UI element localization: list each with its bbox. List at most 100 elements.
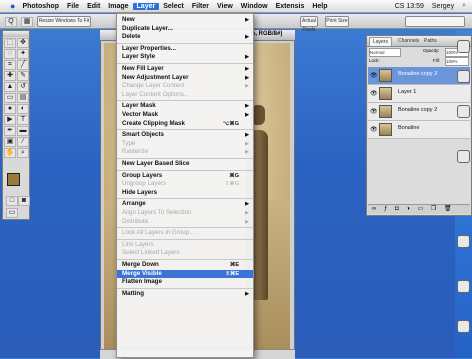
lasso-tool-icon[interactable]: ◌	[4, 49, 16, 59]
dock-app-icon[interactable]	[457, 40, 470, 53]
menubar-item-window[interactable]: Window	[237, 3, 272, 10]
healing-brush-icon[interactable]: ✚	[4, 71, 16, 81]
eye-icon[interactable]: 👁	[370, 90, 378, 97]
menu-item-delete[interactable]: Delete ▶	[117, 33, 253, 41]
menubar-item-select[interactable]: Select	[159, 3, 188, 10]
menu-item-create-clipping-mask[interactable]: Create Clipping Mask ⌥⌘G	[117, 120, 253, 128]
hand-tool-icon[interactable]: ✋	[4, 148, 16, 158]
pen-tool-icon[interactable]: ✒	[4, 126, 16, 136]
standard-mode-icon[interactable]: □	[6, 196, 18, 206]
mask-icon[interactable]: ◘	[395, 206, 399, 212]
blend-mode-select[interactable]: Normal	[369, 48, 401, 57]
menu-item-label: Smart Objects	[122, 131, 164, 139]
zoom-options-icon[interactable]: ▦	[21, 17, 33, 27]
fx-icon[interactable]: ƒ	[384, 206, 387, 212]
menu-item-duplicate-layer[interactable]: Duplicate Layer...	[117, 25, 253, 33]
notes-tool-icon[interactable]: ▣	[4, 137, 16, 147]
type-tool-icon[interactable]: T	[17, 115, 29, 125]
menu-item-hide-layers[interactable]: Hide Layers	[117, 189, 253, 197]
dock-app-icon[interactable]	[457, 70, 470, 83]
dock-app-icon[interactable]	[457, 150, 470, 163]
menubar-item-filter[interactable]: Filter	[188, 3, 213, 10]
layer-row[interactable]: 👁 Bonaline	[368, 121, 470, 139]
screen-mode-icon[interactable]: ▭	[6, 208, 18, 218]
zoom-tool-icon[interactable]: Q	[5, 17, 17, 27]
menu-item-flatten-image[interactable]: Flatten Image	[117, 278, 253, 286]
foreground-color-swatch[interactable]	[7, 173, 20, 186]
spotlight-icon[interactable]: ⌕	[460, 2, 468, 10]
menu-item-new-layer-based-slice[interactable]: New Layer Based Slice	[117, 160, 253, 168]
menu-item-arrange[interactable]: Arrange ▶	[117, 200, 253, 208]
new-group-icon[interactable]: ▭	[418, 206, 424, 212]
menu-item-vector-mask[interactable]: Vector Mask ▶	[117, 111, 253, 119]
menubar-item-layer[interactable]: Layer	[132, 2, 160, 10]
menubar-item-help[interactable]: Help	[308, 3, 331, 10]
stamp-tool-icon[interactable]: ▲	[4, 82, 16, 92]
menu-item-layer-properties[interactable]: Layer Properties...	[117, 45, 253, 53]
menu-item-new-fill-layer[interactable]: New Fill Layer ▶	[117, 65, 253, 73]
menubar-item-edit[interactable]: Edit	[83, 3, 104, 10]
menu-item-label: Delete	[122, 33, 141, 41]
menu-item-merge-visible[interactable]: Merge Visible ⇧⌘E	[117, 269, 253, 278]
print-size-button[interactable]: Print Size	[325, 16, 349, 27]
menu-item-group-layers[interactable]: Group Layers ⌘G	[117, 172, 253, 180]
menubar-item-view[interactable]: View	[213, 3, 237, 10]
fill-field[interactable]: 100%	[445, 57, 469, 66]
menu-item-smart-objects[interactable]: Smart Objects ▶	[117, 131, 253, 139]
blur-tool-icon[interactable]: ●	[4, 104, 16, 114]
tab-channels[interactable]: Channels	[395, 37, 422, 45]
menu-separator	[117, 169, 253, 171]
opacity-label: Opacity:	[423, 48, 440, 53]
eraser-tool-icon[interactable]: ▭	[4, 93, 16, 103]
tab-paths[interactable]: Paths	[421, 37, 440, 45]
gradient-tool-icon[interactable]: ▤	[17, 93, 29, 103]
clock[interactable]: CS 13:59	[393, 3, 426, 10]
layer-row[interactable]: 👁 Bonaline copy 3	[368, 67, 470, 85]
user-name[interactable]: Sergey	[430, 3, 456, 10]
path-select-icon[interactable]: ▶	[4, 115, 16, 125]
trash-icon[interactable]: 🗑	[444, 206, 452, 212]
menubar-item-extensis[interactable]: Extensis	[272, 3, 309, 10]
tab-layers[interactable]: Layers	[369, 37, 393, 46]
layer-row[interactable]: 👁 Bonaline copy 2	[368, 103, 470, 121]
menu-item-rasterize: Rasterize ▶	[117, 148, 253, 156]
eye-icon[interactable]: 👁	[370, 126, 378, 133]
eye-icon[interactable]: 👁	[370, 108, 378, 115]
slice-tool-icon[interactable]: ╱	[17, 60, 29, 70]
history-brush-icon[interactable]: ↺	[17, 82, 29, 92]
quickmask-mode-icon[interactable]: ◙	[18, 196, 30, 206]
brush-tool-icon[interactable]: ✎	[17, 71, 29, 81]
menu-item-merge-down[interactable]: Merge Down ⌘E	[117, 261, 253, 269]
eye-icon[interactable]: 👁	[370, 72, 378, 79]
link-icon[interactable]: ∞	[372, 206, 376, 212]
eyedropper-icon[interactable]: ⁄	[17, 137, 29, 147]
zoom-tool-icon[interactable]: ⌕	[17, 148, 29, 158]
actual-pixels-button[interactable]: Actual Pixels	[300, 16, 318, 33]
menu-item-layer-style[interactable]: Layer Style ▶	[117, 53, 253, 61]
marquee-tool-icon[interactable]: ⬚	[4, 38, 16, 48]
dock-app-icon[interactable]	[457, 320, 470, 333]
menubar-item-file[interactable]: File	[63, 3, 83, 10]
menu-item-layer-mask[interactable]: Layer Mask ▶	[117, 102, 253, 110]
menu-item-new-adjustment-layer[interactable]: New Adjustment Layer ▶	[117, 74, 253, 82]
menubar-item-image[interactable]: Image	[104, 3, 132, 10]
menu-item-matting[interactable]: Matting ▶	[117, 290, 253, 298]
menu-separator	[117, 100, 253, 102]
layer-row[interactable]: 👁 Layer 1	[368, 85, 470, 103]
menubar-item-photoshop[interactable]: Photoshop	[18, 3, 63, 10]
dodge-tool-icon[interactable]: ◐	[17, 104, 29, 114]
dock-app-icon[interactable]	[457, 280, 470, 293]
move-tool-icon[interactable]: ✥	[17, 38, 29, 48]
toolbox-title-bar[interactable]	[3, 31, 29, 37]
magic-wand-icon[interactable]: ✦	[17, 49, 29, 59]
resize-windows-checkbox[interactable]: Resize Windows To Fit	[37, 16, 91, 27]
menu-item-label: Merge Down	[122, 261, 159, 268]
apple-icon[interactable]: ●	[6, 1, 18, 11]
crop-tool-icon[interactable]: ⌗	[4, 60, 16, 70]
new-layer-icon[interactable]: ❐	[431, 206, 436, 212]
dock-app-icon[interactable]	[457, 235, 470, 248]
dock-app-icon[interactable]	[457, 105, 470, 118]
shape-tool-icon[interactable]: ▬	[17, 126, 29, 136]
adjustment-icon[interactable]: ◑	[406, 206, 410, 212]
menu-item-new[interactable]: New ▶	[117, 16, 253, 24]
